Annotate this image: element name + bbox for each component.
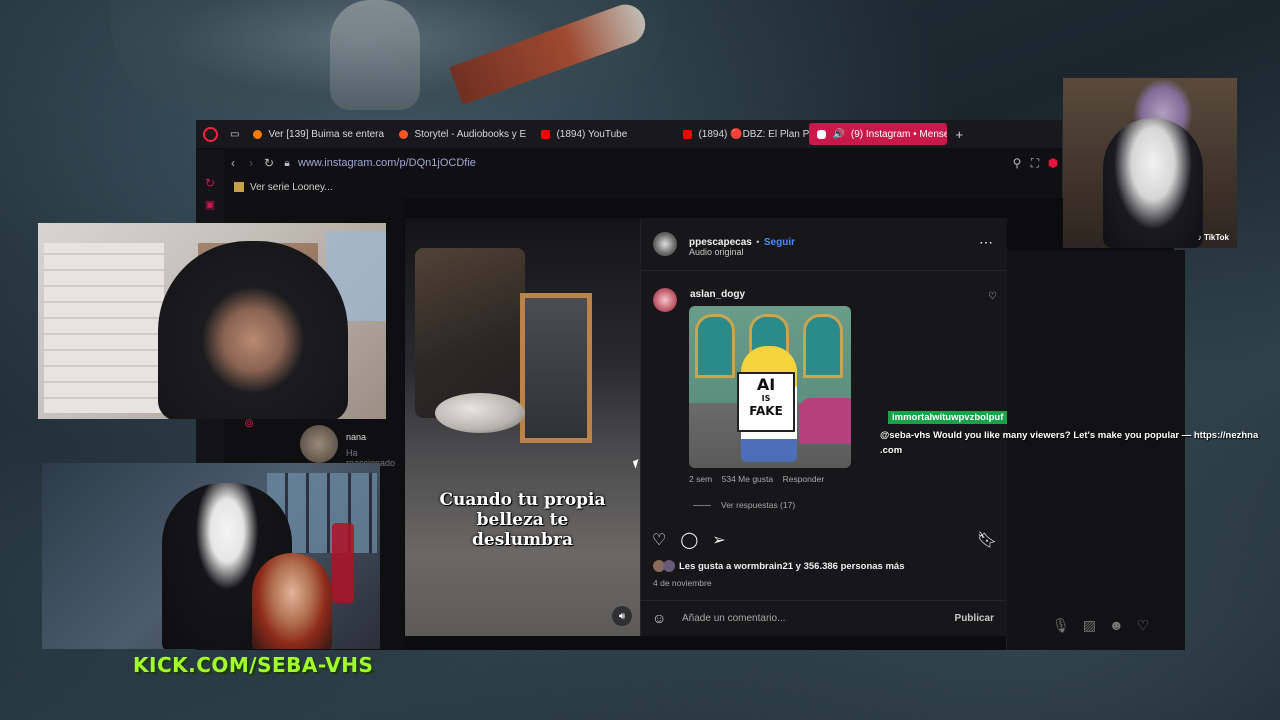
tab-favicon-icon xyxy=(399,129,409,139)
art-victim xyxy=(252,553,332,649)
comment-composer: ☺ Añade un comentario... Publicar xyxy=(640,600,1006,637)
snapshot-icon[interactable]: ⛶ xyxy=(1026,156,1044,171)
post-date: 4 de noviembre xyxy=(653,578,712,588)
url-field[interactable]: www.instagram.com/p/DQn1jOCDfie xyxy=(298,157,476,169)
tab-instagram[interactable]: 🔊 (9) Instagram • Mense xyxy=(809,123,948,145)
speaker-icon: 🔊 xyxy=(832,128,845,140)
sticker-icon[interactable]: ☻ xyxy=(1109,617,1124,634)
more-options-icon[interactable]: ⋯ xyxy=(979,234,993,251)
wall-poster xyxy=(44,243,164,413)
comment-bubble-icon[interactable]: ◯ xyxy=(680,530,698,550)
commenter-avatar[interactable] xyxy=(653,288,677,312)
share-send-icon[interactable]: ➢ xyxy=(712,530,725,550)
conversation-avatar[interactable] xyxy=(300,425,338,463)
webcam-overlay xyxy=(38,223,386,419)
reply-button[interactable]: Responder xyxy=(783,474,825,484)
chat-message: @seba-vhs Would you like many viewers? L… xyxy=(880,430,1259,456)
liker-avatar xyxy=(663,560,675,572)
tab-overview-icon[interactable]: ▭ xyxy=(224,123,245,145)
opera-logo-icon[interactable] xyxy=(196,126,224,142)
bookmarks-bar: Ver serie Looney... xyxy=(224,178,1062,196)
forward-icon[interactable]: › xyxy=(242,156,260,170)
meme-car xyxy=(799,398,851,444)
post-header: ppescapecas • Seguir Audio original ⋯ xyxy=(641,218,1007,271)
reel-caption: Cuando tu propia belleza te deslumbra xyxy=(439,490,606,550)
chat-composer-icons: 🎙︎ ▨ ☻ ♡ xyxy=(1052,617,1149,634)
instagram-icon xyxy=(817,129,827,139)
streamer xyxy=(158,241,348,419)
meme-sign: AI IS FAKE xyxy=(737,372,795,432)
new-tab-button[interactable]: + xyxy=(947,123,971,145)
emoji-icon[interactable]: ☺ xyxy=(652,610,666,626)
comment-gif-homer[interactable]: AI IS FAKE xyxy=(689,306,851,468)
pin-icon[interactable]: ⚲ xyxy=(1008,156,1026,170)
commenter-username[interactable]: aslan_dogy xyxy=(690,289,745,300)
background-art-hand xyxy=(330,0,420,110)
save-icon[interactable]: 🔖︎ xyxy=(977,530,997,550)
meme-window xyxy=(803,314,843,378)
audio-label[interactable]: Audio original xyxy=(689,247,744,257)
like-heart-icon[interactable]: ♡ xyxy=(652,530,666,550)
view-replies-button[interactable]: Ver respuestas (17) xyxy=(693,500,795,510)
reload-icon[interactable]: ↻ xyxy=(260,156,278,170)
youtube-icon xyxy=(541,129,551,139)
audio-toggle-icon[interactable]: 🔊︎ xyxy=(612,606,632,626)
art-blood xyxy=(332,523,354,603)
post-actions: ♡ ◯ ➢ xyxy=(652,530,726,550)
tab-storytel[interactable]: Storytel - Audiobooks y E xyxy=(391,123,533,145)
refresh-sidebar-icon[interactable]: ↻ xyxy=(196,176,224,190)
microphone-icon[interactable]: 🎙︎ xyxy=(1052,617,1070,634)
tab-youtube[interactable]: (1894) YouTube xyxy=(533,123,675,145)
likes-summary[interactable]: Les gusta a wormbrain21 y 356.386 person… xyxy=(653,560,904,572)
chat-username-badge: immortalwituwpvzbolpuf xyxy=(888,411,1008,424)
adblock-shield-icon[interactable]: ⬢ xyxy=(1044,156,1062,170)
youtube-icon xyxy=(683,129,693,139)
comment-meta: 2 sem 534 Me gusta Responder xyxy=(689,474,825,484)
image-icon[interactable]: ▨ xyxy=(1083,617,1096,634)
reel-video[interactable]: Cuando tu propia belleza te deslumbra 🔊︎ xyxy=(405,218,640,636)
tab-bar: ▭ Ver [139] Buima se entera Storytel - A… xyxy=(196,120,1062,148)
tab-favicon-icon xyxy=(253,129,263,139)
back-icon[interactable]: ‹ xyxy=(224,156,242,170)
comment-like-icon[interactable]: ♡ xyxy=(988,291,997,302)
conversation-name[interactable]: nana xyxy=(346,432,366,442)
tiktok-video-overlay: ♪ TikTok xyxy=(1063,78,1237,248)
wallet-icon[interactable]: ▣ xyxy=(196,198,224,211)
tab-youtube-dbz[interactable]: (1894) 🔴DBZ: El Plan P xyxy=(675,123,809,145)
comment-input[interactable]: Añade un comentario... xyxy=(682,613,785,624)
heart-icon[interactable]: ♡ xyxy=(1137,617,1150,634)
follow-button[interactable]: Seguir xyxy=(764,237,795,248)
meme-window xyxy=(695,314,735,378)
video-mirror xyxy=(520,293,592,443)
ghostface-figure xyxy=(1103,118,1203,248)
author-avatar[interactable] xyxy=(653,232,677,256)
tab-video[interactable]: Ver [139] Buima se entera xyxy=(245,123,391,145)
address-bar: ‹ › ↻ 🔒︎ www.instagram.com/p/DQn1jOCDfie… xyxy=(224,150,1062,176)
video-opossum xyxy=(435,393,525,433)
publish-button[interactable]: Publicar xyxy=(955,613,994,624)
comment-likes[interactable]: 534 Me gusta xyxy=(722,474,774,484)
lock-icon: 🔒︎ xyxy=(284,157,290,169)
bookmark-looney[interactable]: Ver serie Looney... xyxy=(250,182,333,193)
bookmark-favicon-icon xyxy=(234,182,244,192)
tiktok-watermark: ♪ TikTok xyxy=(1197,233,1229,242)
kick-channel-banner: KICK.COM/SEBA-VHS xyxy=(133,653,374,677)
ghostface-art-overlay xyxy=(42,463,380,649)
